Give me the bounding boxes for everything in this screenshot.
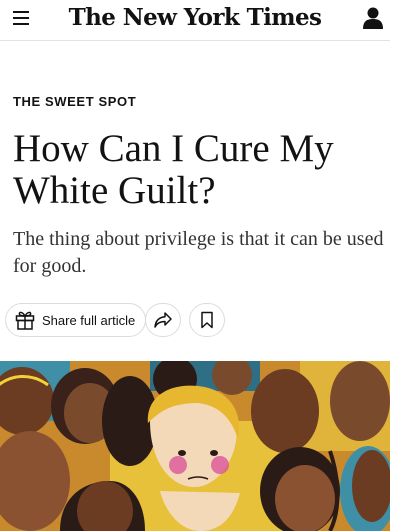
top-navigation-bar: The New York Times <box>0 0 390 41</box>
nyt-masthead-logo[interactable]: The New York Times <box>0 4 390 31</box>
save-bookmark-button[interactable] <box>189 303 225 337</box>
share-arrow-icon <box>153 311 173 329</box>
share-button-label: Share full article <box>42 312 136 328</box>
gift-icon <box>14 309 36 331</box>
share-full-article-button[interactable]: Share full article <box>5 303 147 337</box>
section-kicker[interactable]: THE SWEET SPOT <box>13 94 136 109</box>
user-account-icon[interactable] <box>362 6 384 30</box>
article-headline: How Can I Cure My White Guilt? <box>13 127 334 212</box>
article-summary: The thing about privilege is that it can… <box>13 228 384 277</box>
article-illustration[interactable] <box>0 361 390 531</box>
bookmark-icon <box>200 311 214 329</box>
share-button[interactable] <box>145 303 181 337</box>
